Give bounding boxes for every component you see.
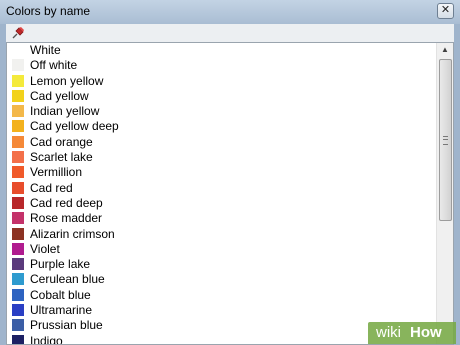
color-name-label: Off white [30,58,78,73]
color-swatch [12,44,24,56]
watermark-wiki-text: wiki [376,324,401,341]
color-list-item[interactable]: Scarlet lake [7,150,435,165]
color-list-item[interactable]: Cad red deep [7,196,435,211]
window-title: Colors by name [6,4,91,18]
color-swatch [12,242,24,255]
color-swatch [12,334,24,344]
color-list-item[interactable]: Off white [7,58,435,73]
pushpin-icon[interactable] [10,25,26,41]
color-swatch [12,288,24,301]
color-swatch [12,258,24,271]
color-list-item[interactable]: Rose madder [7,211,435,226]
color-list-item[interactable]: Violet [7,242,435,257]
color-swatch [12,196,24,209]
thumb-grip-icon [443,136,448,145]
color-name-label: Rose madder [30,211,103,226]
color-swatch [12,304,24,317]
color-swatch [12,74,24,87]
pushpin-icon-graphic [12,27,24,39]
color-list-item[interactable]: Indian yellow [7,104,435,119]
color-swatch [12,89,24,102]
color-list-panel: White Off white Lemon yellow Cad yellow Indi… [6,42,454,345]
color-name-label: Scarlet lake [30,150,93,165]
color-list-item[interactable]: Cobalt blue [7,288,435,303]
color-name-label: Ultramarine [30,303,93,318]
color-list[interactable]: White Off white Lemon yellow Cad yellow Indi… [7,43,435,345]
color-list-item[interactable]: Cerulean blue [7,272,435,287]
scrollbar-thumb[interactable] [439,59,452,221]
color-swatch [12,120,24,133]
color-name-label: Cad orange [30,134,93,149]
color-name-label: Purple lake [30,257,91,272]
colors-by-name-window: Colors by name ​ ✕ WhiteOff whiteLemon y… [0,0,460,345]
color-name-label: Indigo [30,333,63,345]
color-name-label: Cerulean blue [30,272,105,287]
color-swatch [12,105,24,118]
color-list-item[interactable]: Purple lake [7,257,435,272]
color-name-label: Vermillion [30,165,83,180]
color-swatch [12,135,24,148]
color-name-label: Lemon yellow [30,73,104,88]
color-swatch [12,273,24,286]
color-swatch [12,319,24,332]
wikihow-watermark: wiki How [368,322,456,344]
color-swatch [12,151,24,164]
color-name-label: Violet [30,241,60,256]
color-name-label: Indian yellow [30,104,100,119]
color-list-item[interactable]: Cad red [7,181,435,196]
color-name-label: Alizarin crimson [30,226,115,241]
vertical-scrollbar[interactable]: ▲ [436,43,453,344]
color-name-label: Cad red deep [30,195,103,210]
color-name-label: Prussian blue [30,318,103,333]
color-swatch [12,59,24,72]
color-list-item[interactable]: Cad yellow deep [7,119,435,134]
palette-toolbar [6,24,454,43]
color-list-item[interactable]: Lemon yellow [7,74,435,89]
color-list-item[interactable]: Cad yellow [7,89,435,104]
watermark-how-text: How [410,324,442,341]
close-button[interactable]: ✕ [437,3,454,19]
color-name-label: Cad yellow [30,88,89,103]
color-list-item[interactable]: Vermillion [7,165,435,180]
color-name-label: White [30,43,61,57]
color-list-item[interactable]: White [7,43,435,58]
color-name-label: Cad red [30,180,73,195]
scroll-up-arrow-icon[interactable]: ▲ [437,43,453,57]
title-bar[interactable]: Colors by name ​ ✕ [0,0,460,24]
color-swatch [12,227,24,240]
color-swatch [12,181,24,194]
color-list-item[interactable]: Cad orange [7,135,435,150]
color-swatch [12,166,24,179]
color-name-label: Cobalt blue [30,287,91,302]
color-list-item[interactable]: Ultramarine [7,303,435,318]
color-list-item[interactable]: Alizarin crimson [7,227,435,242]
color-swatch [12,212,24,225]
color-name-label: Cad yellow deep [30,119,119,134]
